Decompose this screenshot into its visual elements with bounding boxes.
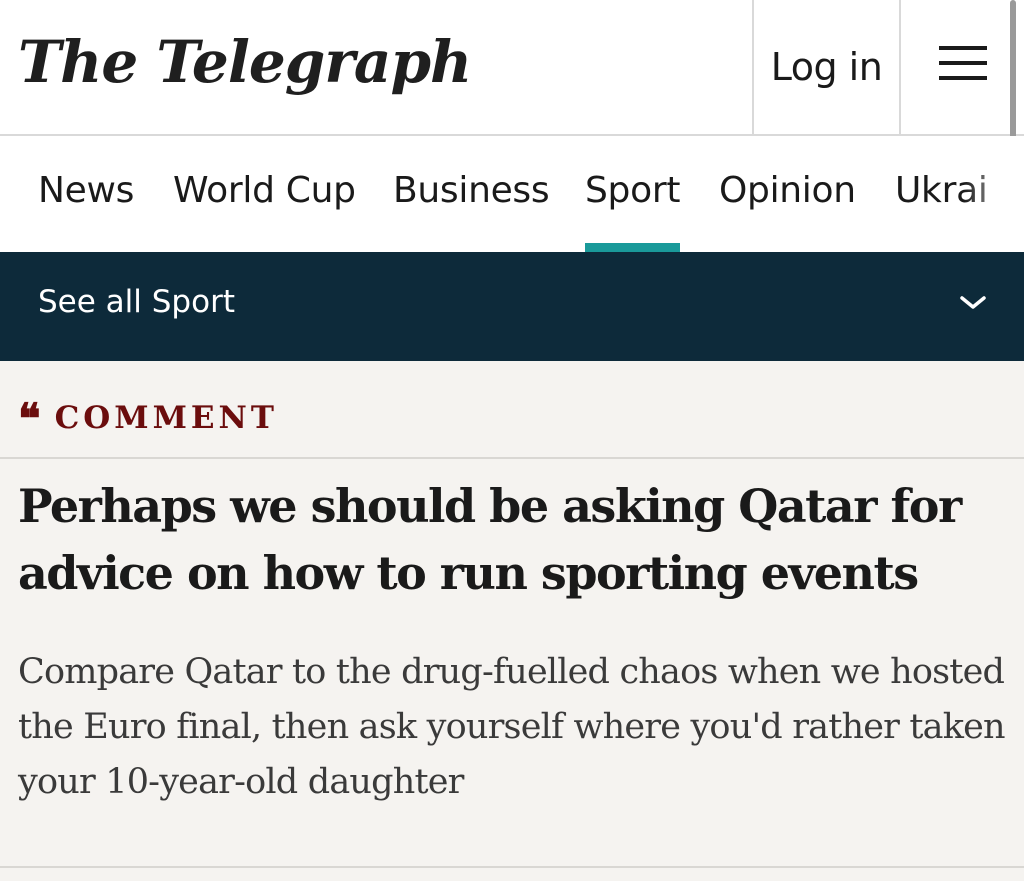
nav-fade (964, 136, 1024, 252)
article-standfirst: Compare Qatar to the drug-fuelled chaos … (18, 652, 1006, 802)
see-all-sport-bar[interactable]: See all Sport (0, 252, 1024, 361)
nav-item-world-cup[interactable]: World Cup (173, 136, 356, 252)
see-all-sport-label: See all Sport (38, 284, 235, 320)
section-tag[interactable]: ❝ COMMENT (18, 397, 278, 439)
quote-icon: ❝ (18, 398, 41, 438)
nav-item-news[interactable]: News (38, 136, 134, 252)
section-label: COMMENT (54, 400, 278, 436)
divider (0, 457, 1024, 459)
nav-item-sport[interactable]: Sport (585, 136, 680, 252)
menu-button[interactable] (899, 0, 1024, 134)
main-nav: News World Cup Business Sport Opinion Uk… (0, 136, 1024, 252)
article-headline[interactable]: Perhaps we should be asking Qatar for ad… (18, 473, 1008, 607)
nav-item-opinion[interactable]: Opinion (719, 136, 856, 252)
hamburger-menu-icon (939, 46, 987, 82)
divider-bottom (0, 866, 1024, 868)
nav-item-business[interactable]: Business (393, 136, 550, 252)
login-button[interactable]: Log in (752, 0, 899, 134)
telegraph-logo[interactable]: The Telegraph (18, 22, 472, 102)
site-header: The Telegraph Log in (0, 0, 1024, 136)
chevron-down-icon[interactable] (958, 292, 988, 312)
